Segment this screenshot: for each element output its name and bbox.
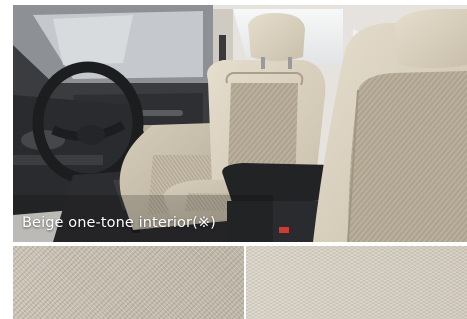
interior-caption: Beige one-tone interior(※) [22,215,216,231]
car-interior-illustration [13,5,467,242]
interior-photo: Beige one-tone interior(※) [13,5,467,242]
beige-leatherette-swatch [13,246,244,319]
beige-fabric-swatch [246,246,467,319]
interior-gallery: Beige one-tone interior(※) [13,5,467,319]
